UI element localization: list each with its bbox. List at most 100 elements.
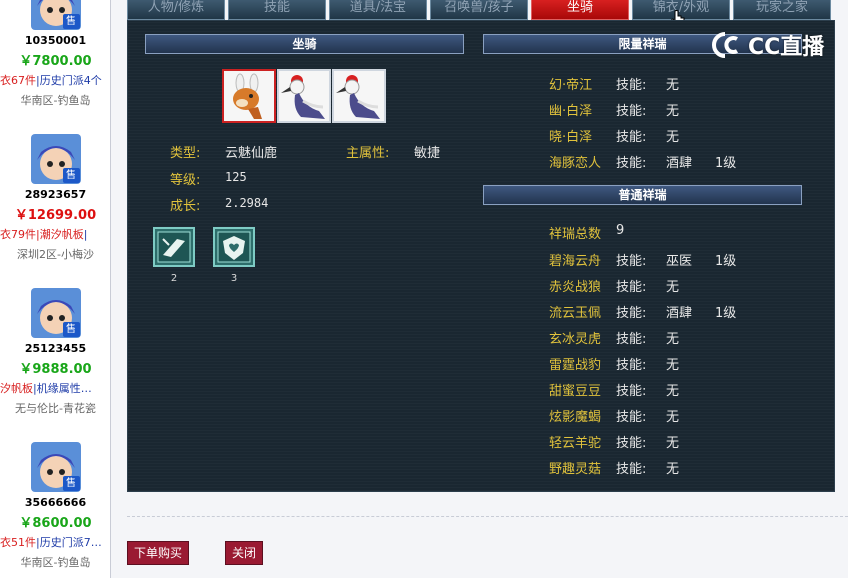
- mount-thumbnail-crane-2[interactable]: [332, 69, 386, 123]
- skill-value: 无: [666, 78, 680, 93]
- skill-label: 技能:: [616, 104, 647, 119]
- skill-level: 1级: [715, 254, 737, 269]
- sale-badge: 售: [62, 168, 80, 183]
- xiangrui-name: 流云玉佩: [549, 306, 602, 321]
- mount-thumbnail-deer[interactable]: [222, 69, 276, 123]
- mount-growth-label: 成长:: [170, 199, 201, 214]
- xiangrui-name: 炫影魔蝎: [549, 410, 602, 425]
- skill-level: 1级: [715, 306, 737, 321]
- mount-thumbnail-crane-1[interactable]: [277, 69, 331, 123]
- xiangrui-name: 雷霆战豹: [549, 358, 602, 373]
- listing-price: ￥12699.00: [14, 208, 97, 223]
- xiangrui-name: 晓·白泽: [549, 130, 593, 145]
- xiangrui-name: 轻云羊驼: [549, 436, 602, 451]
- skill-value: 酒肆: [666, 156, 693, 171]
- cc-live-watermark: CC直播: [710, 28, 824, 62]
- deer-mount-icon: [233, 73, 262, 119]
- listing-tag: 衣79件: [0, 228, 36, 241]
- xiangrui-name: 甜蜜豆豆: [549, 384, 602, 399]
- skill-label: 技能:: [616, 254, 647, 269]
- character-avatar[interactable]: 售: [30, 288, 81, 338]
- listing-id[interactable]: 25123455: [0, 342, 110, 355]
- mount-panel: 坐骑 类型: 云魅仙鹿 主属性: 敏捷 等级: 125 成长: 2.2984 2…: [127, 20, 835, 492]
- skill-label: 技能:: [616, 306, 647, 321]
- listing-tags: 汐帆板|机缘属性…: [0, 380, 110, 396]
- xiangrui-name: 赤炎战狼: [549, 280, 602, 295]
- skill-label: 技能:: [616, 410, 647, 425]
- skill-label: 技能:: [616, 130, 647, 145]
- mount-skill-slot[interactable]: [213, 227, 255, 267]
- skill-label: 技能:: [616, 384, 647, 399]
- mount-type-value: 云魅仙鹿: [225, 146, 278, 161]
- listing-tags: 衣67件|历史门派4个: [0, 72, 110, 88]
- xiangrui-name: 幽·白泽: [549, 104, 593, 119]
- skill-label: 技能:: [616, 156, 647, 171]
- listing-tag: 衣51件: [0, 536, 36, 549]
- mount-level-label: 等级:: [170, 173, 201, 188]
- skill-value: 无: [666, 358, 680, 373]
- main-attr-label: 主属性:: [346, 146, 390, 161]
- skill-value: 无: [666, 436, 680, 451]
- sale-badge: 售: [62, 322, 80, 337]
- mount-level-value: 125: [225, 170, 247, 184]
- xiangrui-name: 幻·帝江: [549, 78, 593, 93]
- tab-summons[interactable]: 召唤兽/孩子: [430, 0, 528, 20]
- skill-value: 无: [666, 332, 680, 347]
- tab-skills[interactable]: 技能: [228, 0, 326, 20]
- cc-logo-icon: [712, 32, 739, 58]
- mount-growth-value: 2.2984: [225, 196, 269, 210]
- main-attr-value: 敏捷: [414, 146, 441, 161]
- listing-tags: 衣51件|历史门派7…: [0, 534, 110, 550]
- skill-label: 技能:: [616, 280, 647, 295]
- skill-value: 无: [666, 280, 680, 295]
- listing-server: 华南区-钓鱼岛: [20, 94, 91, 107]
- character-avatar[interactable]: 售: [30, 134, 81, 184]
- tab-mount[interactable]: 坐骑: [531, 0, 629, 20]
- skill-value: 无: [666, 130, 680, 145]
- listing-item[interactable]: 售 10350001 ￥7800.00 衣67件|历史门派4个 华南区-钓鱼岛: [0, 0, 110, 108]
- listing-item[interactable]: 售 35666666 ￥8600.00 衣51件|历史门派7… 华南区-钓鱼岛: [0, 442, 110, 570]
- mount-section-title: 坐骑: [145, 34, 464, 54]
- xiangrui-total-value: 9: [616, 223, 625, 238]
- listing-tag: |: [83, 228, 88, 241]
- skill-value: 无: [666, 462, 680, 477]
- listing-tag: |历史门派7…: [36, 536, 102, 549]
- xiangrui-name: 野趣灵菇: [549, 462, 602, 477]
- listing-item[interactable]: 售 28923657 ￥12699.00 衣79件|潮汐帆板| 深圳2区-小梅沙: [0, 134, 110, 262]
- character-avatar[interactable]: 售: [30, 0, 81, 30]
- listing-id[interactable]: 35666666: [0, 496, 110, 509]
- xiangrui-name: 海豚恋人: [549, 156, 602, 171]
- skill-shield-icon: [217, 231, 251, 263]
- listing-server: 无与伦比-青花瓷: [15, 402, 96, 415]
- skill-label: 技能:: [616, 436, 647, 451]
- listing-item[interactable]: 售 25123455 ￥9888.00 汐帆板|机缘属性… 无与伦比-青花瓷: [0, 288, 110, 416]
- close-button[interactable]: 关闭: [225, 541, 263, 565]
- listing-server: 深圳2区-小梅沙: [17, 248, 94, 261]
- listing-tag: 衣67件: [0, 74, 36, 87]
- character-avatar[interactable]: 售: [30, 442, 81, 492]
- listing-id[interactable]: 28923657: [0, 188, 110, 201]
- listing-sidebar: 售 10350001 ￥7800.00 衣67件|历史门派4个 华南区-钓鱼岛 …: [0, 0, 111, 578]
- detail-tabs: 人物/修炼 技能 道具/法宝 召唤兽/孩子 坐骑 锦衣/外观 玩家之家: [127, 0, 835, 20]
- crane-mount-icon: [336, 75, 380, 119]
- skill-count: 3: [230, 273, 238, 284]
- skill-value: 无: [666, 410, 680, 425]
- mount-type-label: 类型:: [170, 146, 201, 161]
- skill-value: 巫医: [666, 254, 693, 269]
- tab-items[interactable]: 道具/法宝: [329, 0, 427, 20]
- listing-tag: |机缘属性…: [33, 382, 92, 395]
- normal-section-title: 普通祥瑞: [483, 185, 802, 205]
- footer-divider: [127, 516, 848, 517]
- order-button[interactable]: 下单购买: [127, 541, 189, 565]
- skill-value: 无: [666, 104, 680, 119]
- xiangrui-name: 玄冰灵虎: [549, 332, 602, 347]
- listing-price: ￥9888.00: [19, 362, 92, 377]
- skill-label: 技能:: [616, 78, 647, 93]
- skill-level: 1级: [715, 156, 737, 171]
- mount-skill-slot[interactable]: [153, 227, 195, 267]
- sale-badge: 售: [62, 476, 80, 491]
- tab-home[interactable]: 玩家之家: [733, 0, 831, 20]
- tab-character[interactable]: 人物/修炼: [127, 0, 225, 20]
- xiangrui-total-label: 祥瑞总数: [549, 227, 602, 242]
- listing-id[interactable]: 10350001: [0, 34, 110, 47]
